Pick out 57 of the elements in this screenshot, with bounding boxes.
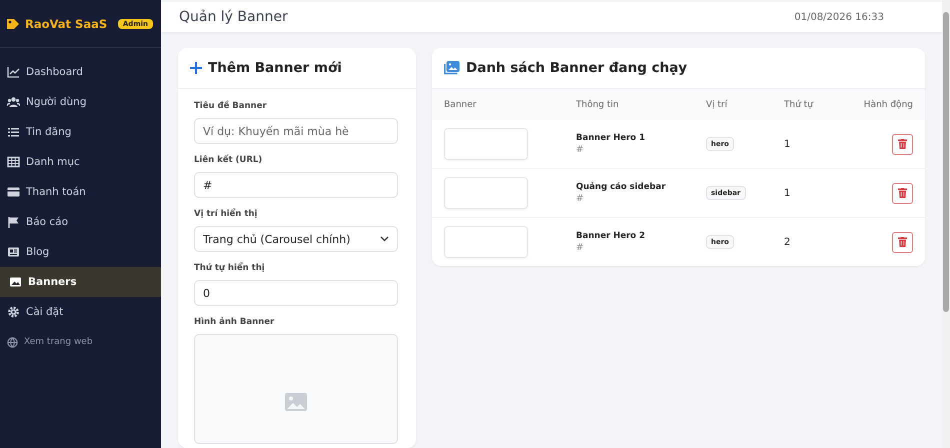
newspaper-icon — [7, 246, 20, 258]
delete-button[interactable] — [892, 134, 913, 154]
nav-item[interactable]: Báo cáo — [0, 207, 161, 237]
trash-icon — [898, 188, 907, 198]
date-time: 01/08/2026 16:33 — [794, 12, 884, 22]
field-label: Hình ảnh Banner — [194, 317, 276, 327]
column-header: Hành động — [836, 89, 925, 120]
input-field[interactable]: # — [194, 172, 398, 198]
column-header: Banner — [432, 89, 564, 120]
globe-icon — [7, 336, 18, 348]
card-icon — [7, 186, 20, 198]
column-header: Vị trí — [694, 89, 772, 120]
delete-button[interactable] — [892, 232, 913, 252]
card-title: Thêm Banner mới — [208, 60, 342, 76]
banner-name: Banner Hero 2 — [576, 231, 646, 241]
users-icon — [7, 96, 20, 108]
images-icon — [444, 61, 460, 75]
scrollbar[interactable] — [942, 0, 950, 448]
card-title: Danh sách Banner đang chạy — [466, 60, 688, 76]
list-icon — [7, 126, 20, 138]
nav-item[interactable]: Blog — [0, 237, 161, 267]
field-label: Thứ tự hiển thị — [194, 263, 266, 273]
website-link[interactable]: Xem trang web — [0, 327, 161, 357]
banner-name: Banner Hero 1 — [576, 133, 646, 143]
nav-item[interactable]: Cài đặt — [0, 297, 161, 327]
nav-item[interactable]: Tin đăng — [0, 117, 161, 147]
order-cell: 2 — [772, 218, 836, 266]
field-label: Vị trí hiển thị — [194, 209, 258, 219]
column-header: Thông tin — [564, 89, 694, 120]
image-icon — [9, 276, 22, 288]
flag-icon — [7, 216, 20, 228]
input-field[interactable]: 0 — [194, 280, 398, 306]
grid-icon — [7, 156, 20, 168]
image-icon — [285, 393, 307, 411]
trash-icon — [898, 237, 907, 247]
banner-name: Quảng cáo sidebar — [576, 182, 667, 192]
plus-icon — [190, 62, 202, 74]
field-label: Tiêu đề Banner — [194, 101, 268, 111]
nav-item[interactable]: Banners — [0, 267, 161, 297]
nav-item[interactable]: Danh mục — [0, 147, 161, 177]
page-title: Quản lý Banner — [179, 9, 288, 25]
nav-item[interactable]: Người dùng — [0, 87, 161, 117]
nav-item[interactable]: Dashboard — [0, 57, 161, 87]
order-cell: 1 — [772, 168, 836, 218]
chevron-down-icon — [380, 236, 389, 242]
brand-name: RaoVat SaaS — [25, 16, 108, 30]
delete-button[interactable] — [892, 182, 913, 204]
column-header: Thứ tự — [772, 89, 836, 120]
input-field[interactable]: Ví dụ: Khuyến mãi mùa hè — [194, 118, 398, 144]
chart-icon — [7, 66, 20, 78]
field-label: Liên kết (URL) — [194, 155, 264, 165]
select-field[interactable]: Trang chủ (Carousel chính) — [194, 226, 398, 252]
trash-icon — [898, 139, 907, 149]
order-cell: 1 — [772, 120, 836, 168]
nav-item[interactable]: Thanh toán — [0, 177, 161, 207]
tag-icon — [6, 18, 20, 30]
gear-icon — [7, 306, 20, 318]
